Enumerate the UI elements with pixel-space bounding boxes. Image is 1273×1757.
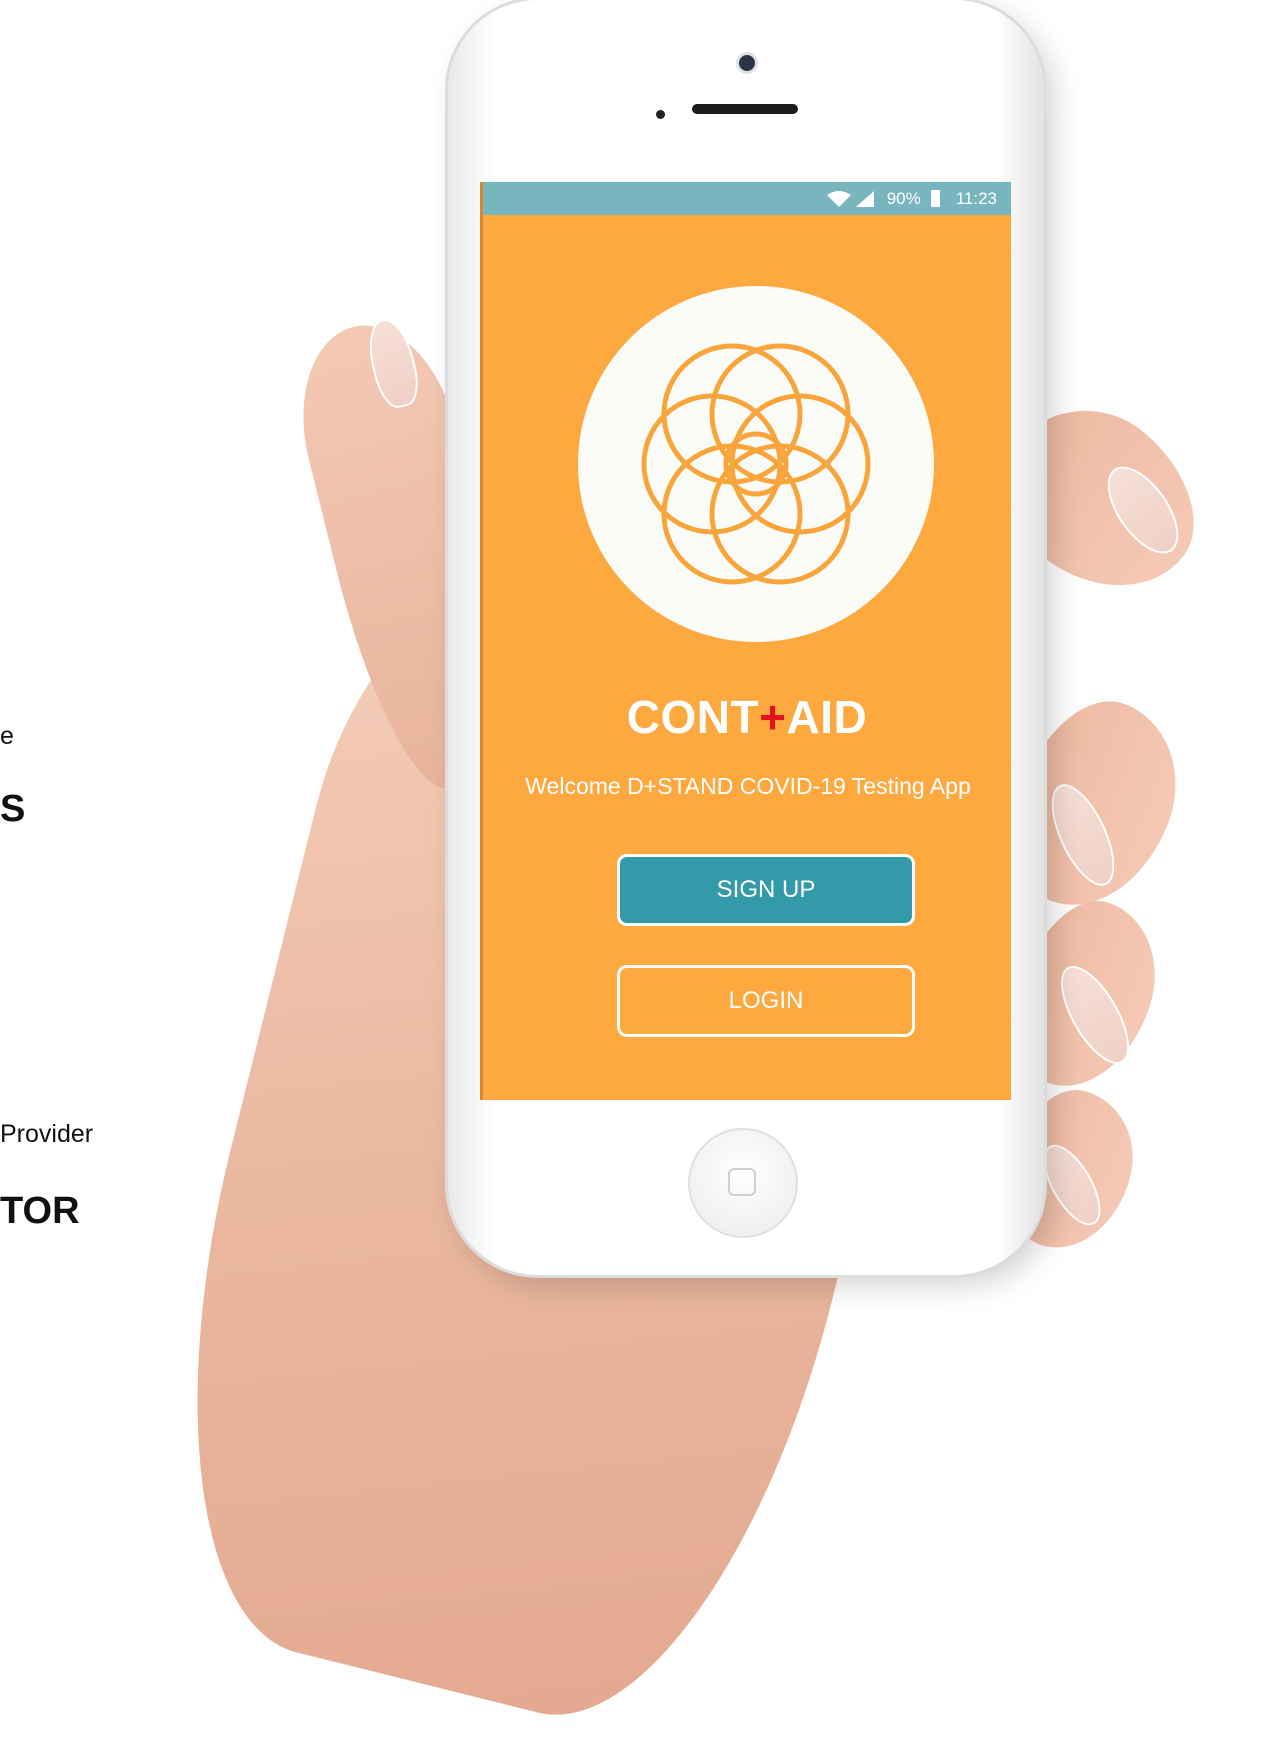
battery-percent: 90% <box>886 188 921 208</box>
app-screen: 90% 11:23 CONT+AID Welcome D+STAND COVID… <box>480 182 1011 1100</box>
login-button[interactable]: LOGIN <box>617 965 915 1037</box>
front-camera-icon <box>736 52 758 74</box>
battery-icon <box>930 190 940 207</box>
home-button[interactable] <box>688 1128 798 1238</box>
status-bar: 90% 11:23 <box>483 182 1011 215</box>
side-text-fragment-4: TOR <box>0 1190 80 1232</box>
side-text-fragment-1: e <box>0 722 14 750</box>
app-title-right: AID <box>786 691 868 743</box>
app-title-plus: + <box>759 691 787 743</box>
clock-time: 11:23 <box>955 188 997 208</box>
welcome-text: Welcome D+STAND COVID-19 Testing App <box>525 773 971 799</box>
home-square-icon <box>728 1168 756 1196</box>
wifi-icon <box>826 190 851 207</box>
signal-icon <box>855 190 874 207</box>
earpiece-speaker <box>692 104 798 114</box>
side-text-fragment-3: Provider <box>0 1120 94 1148</box>
flower-of-life-logo-icon <box>641 343 871 585</box>
app-title-left: CONT <box>626 691 760 743</box>
app-title: CONT+AID <box>483 690 1011 744</box>
proximity-sensor-icon <box>656 110 665 119</box>
side-text-fragment-2: S <box>0 788 26 830</box>
app-logo <box>578 286 934 642</box>
signup-button[interactable]: SIGN UP <box>617 854 915 926</box>
